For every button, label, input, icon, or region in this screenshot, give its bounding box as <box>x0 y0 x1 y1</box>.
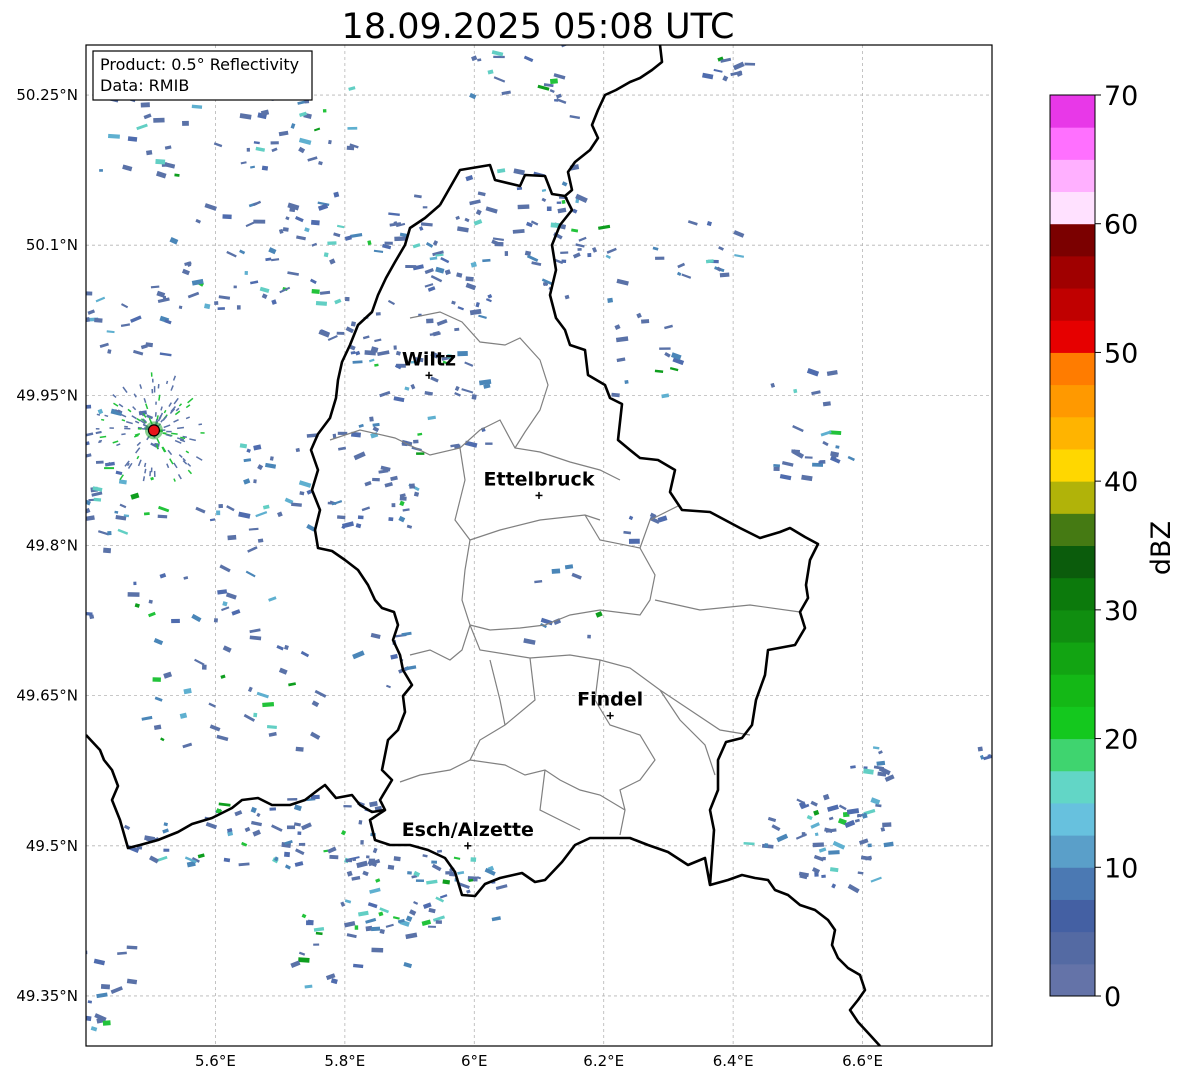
colorbar-segment <box>1050 448 1095 482</box>
lon-tick-label: 6°E <box>461 1052 488 1070</box>
colorbar-segment <box>1050 481 1095 514</box>
lon-tick-label: 6.6°E <box>842 1052 883 1070</box>
colorbar-segment <box>1050 899 1095 933</box>
colorbar-segment <box>1050 288 1095 321</box>
city-label: Esch/Alzette <box>402 819 534 841</box>
colorbar-segment <box>1050 416 1095 450</box>
lat-tick-label: 49.95°N <box>16 386 78 404</box>
colorbar-tick-label: 0 <box>1104 982 1121 1013</box>
colorbar-segment <box>1050 835 1095 868</box>
colorbar-segment <box>1050 963 1095 997</box>
colorbar-segment <box>1050 577 1095 611</box>
info-product: Product: 0.5° Reflectivity <box>100 55 299 74</box>
colorbar-segment <box>1050 867 1095 900</box>
colorbar-segment <box>1050 255 1095 289</box>
lat-tick-label: 50.1°N <box>26 236 78 254</box>
lat-tick-label: 49.5°N <box>26 837 78 855</box>
colorbar-segment <box>1050 352 1095 386</box>
city-label: Ettelbruck <box>484 468 595 490</box>
lon-tick-label: 6.2°E <box>583 1052 624 1070</box>
lat-tick-label: 49.8°N <box>26 537 78 555</box>
lat-tick-label: 49.35°N <box>16 987 78 1005</box>
colorbar-segment <box>1050 223 1095 257</box>
chart-title: 18.09.2025 05:08 UTC <box>342 7 735 47</box>
colorbar-segment <box>1050 802 1095 836</box>
info-source: Data: RMIB <box>100 76 189 95</box>
city-label: Findel <box>577 689 643 711</box>
colorbar-segment <box>1050 609 1095 643</box>
colorbar-tick-label: 70 <box>1104 81 1138 112</box>
info-box: Product: 0.5° Reflectivity Data: RMIB <box>92 50 313 101</box>
colorbar-segment <box>1050 706 1095 740</box>
colorbar-segment <box>1050 159 1095 193</box>
radar-site-marker <box>147 424 161 437</box>
colorbar-segment <box>1050 545 1095 579</box>
colorbar-segment <box>1050 513 1095 546</box>
colorbar-segment <box>1050 320 1095 353</box>
colorbar-tick-label: 10 <box>1104 853 1138 884</box>
colorbar: 0 10 20 30 40 50 60 70 <box>1049 81 1138 1013</box>
radar-map-figure: 18.09.2025 05:08 UTC Product: 0.5° Refle… <box>16 7 1177 1070</box>
colorbar-segment <box>1050 95 1095 128</box>
colorbar-segment <box>1050 931 1095 965</box>
radar-site <box>147 424 161 437</box>
colorbar-tick-label: 50 <box>1104 338 1138 369</box>
colorbar-segment <box>1050 384 1095 418</box>
lat-tick-label: 49.65°N <box>16 687 78 705</box>
colorbar-tick-label: 30 <box>1104 596 1138 627</box>
colorbar-segment <box>1050 770 1095 804</box>
colorbar-segment <box>1050 642 1095 675</box>
lon-tick-label: 5.6°E <box>195 1052 236 1070</box>
colorbar-segment <box>1050 127 1095 160</box>
city-label: Wiltz <box>402 348 456 370</box>
colorbar-segment <box>1050 191 1095 225</box>
lon-tick-label: 5.8°E <box>324 1052 365 1070</box>
lat-tick-label: 50.25°N <box>16 86 78 104</box>
colorbar-tick-label: 60 <box>1104 210 1138 241</box>
colorbar-segment <box>1050 738 1095 772</box>
colorbar-tick-label: 40 <box>1104 467 1138 498</box>
colorbar-segment <box>1050 674 1095 707</box>
lon-tick-label: 6.4°E <box>713 1052 754 1070</box>
colorbar-label: dBZ <box>1146 521 1177 575</box>
colorbar-tick-label: 20 <box>1104 725 1138 756</box>
